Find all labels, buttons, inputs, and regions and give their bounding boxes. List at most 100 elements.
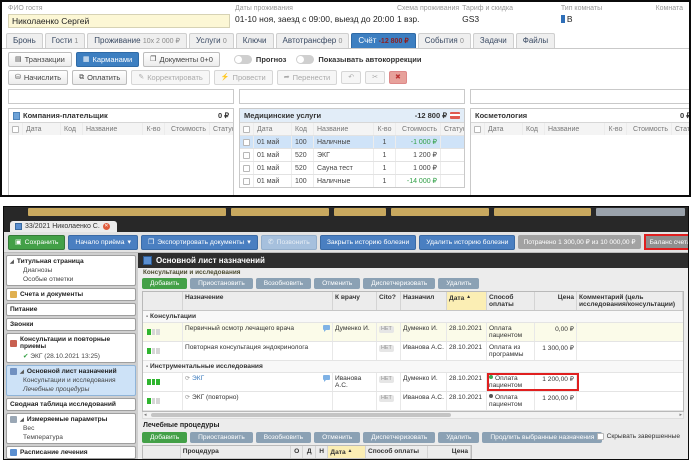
grid-icon: ▦: [82, 56, 90, 63]
resume-procedure-button[interactable]: Возобновить: [255, 432, 312, 443]
pause-procedure-button[interactable]: Приостановить: [190, 432, 253, 443]
comment-bubble-icon[interactable]: [323, 375, 330, 382]
delete-button[interactable]: Удалить: [438, 278, 480, 289]
pause-button[interactable]: Приостановить: [190, 278, 253, 289]
sidebar-item-title-page[interactable]: ◢ Титульная страница: [9, 257, 133, 266]
tab-events[interactable]: События 0: [417, 33, 471, 48]
row-checkbox[interactable]: [243, 164, 250, 172]
tab-account[interactable]: Счёт -12 800 ₽: [351, 33, 416, 48]
table-row[interactable]: 01 май 100 Наличные 1 -1 000 ₽: [240, 135, 464, 148]
tab-files[interactable]: Файлы: [515, 33, 556, 48]
tab-guests[interactable]: Гости 1: [44, 33, 86, 48]
row-checkbox[interactable]: [243, 177, 250, 185]
correct-button[interactable]: ✎ Корректировать: [131, 70, 210, 85]
emr-window: 33/2021 Николаенко С. ✕ ▣ Сохранить Начал…: [3, 206, 689, 460]
close-tab-icon[interactable]: ✕: [102, 223, 110, 230]
cancel-button[interactable]: Отменить: [314, 278, 361, 289]
expander-icon: ◢: [20, 368, 24, 375]
stay-dates-value[interactable]: 01-10 ноя, заезд с 09:00, выезд до 20:00: [235, 14, 397, 24]
progress-bars-icon: [147, 398, 160, 404]
cancel-procedure-button[interactable]: Отменить: [314, 432, 361, 443]
sidebar-item-main-sheet[interactable]: ◢ Основной лист назначений: [9, 367, 133, 376]
save-button[interactable]: ▣ Сохранить: [8, 234, 66, 250]
sidebar-item-nutrition[interactable]: Питание: [9, 305, 133, 314]
row-checkbox[interactable]: [243, 151, 250, 159]
sidebar-item-diagnoses[interactable]: Диагнозы: [9, 266, 133, 275]
table-row[interactable]: 01 май 100 Наличные 1 -14 000 ₽: [240, 174, 464, 187]
sidebar-item-summary-table[interactable]: Сводная таблица исследований: [9, 400, 133, 409]
select-all-checkbox[interactable]: [243, 125, 250, 133]
extend-selected-button[interactable]: Продлить выбранные назначения: [482, 432, 603, 443]
post-button[interactable]: ⚡ Провести: [213, 70, 273, 85]
tab-tasks[interactable]: Задачи: [472, 33, 514, 48]
patient-history-tab[interactable]: 33/2021 Николаенко С. ✕: [10, 221, 117, 232]
delete-transaction-button[interactable]: ✖: [388, 71, 407, 84]
sidebar-item-consult-research[interactable]: Консультации и исследования: [9, 376, 133, 385]
cosmetology-entry-box[interactable]: [470, 89, 689, 104]
delete-history-button[interactable]: Удалить историю болезни: [419, 234, 516, 250]
table-row[interactable]: ⟳ ЭКГ Иванова А.С. НЕТ Думенко И. 28.10.2…: [143, 373, 683, 392]
row-checkbox[interactable]: [243, 138, 250, 146]
forecast-toggle[interactable]: [233, 55, 252, 64]
tab-keys[interactable]: Ключи: [235, 33, 274, 48]
cosmetology-table-empty: [471, 135, 689, 195]
split-button[interactable]: ✂: [365, 71, 385, 84]
sheet-icon: [10, 368, 17, 375]
sidebar-item-calls[interactable]: Звонки: [9, 320, 133, 329]
documents-button[interactable]: ❐ Документы 0+0: [143, 52, 220, 67]
close-history-button[interactable]: Закрыть историю болезни: [319, 234, 417, 250]
table-row[interactable]: 01 май 520 ЭКГ 1 1 200 ₽: [240, 148, 464, 161]
stay-scheme-value[interactable]: 1 взр.: [397, 14, 462, 24]
tab-stay[interactable]: Проживание 10x 2 000 ₽: [87, 33, 187, 48]
table-row[interactable]: ⟳ ЭКГ (повторно) НЕТ Иванова А.С. 28.10.2…: [143, 392, 683, 411]
group-row-procedures[interactable]: - Процедуры: [143, 459, 471, 460]
group-row-instrumental[interactable]: - Инструментальные исследования: [143, 361, 683, 373]
dispatch-button[interactable]: Диспетчеризовать: [363, 278, 436, 289]
room-type-value[interactable]: B: [560, 14, 656, 24]
pay-button[interactable]: ⧉ Оплатить: [72, 70, 128, 85]
sidebar-item-procedures[interactable]: Лечебные процедуры: [9, 385, 133, 394]
tariff-value[interactable]: GS3: [462, 14, 561, 24]
table-row[interactable]: Повторная консультация эндокринолога НЕТ…: [143, 342, 683, 361]
tab-bron[interactable]: Бронь: [6, 33, 43, 48]
sidebar-item-schedule[interactable]: Расписание лечения: [9, 448, 133, 457]
add-procedure-button[interactable]: Добавить: [142, 432, 188, 443]
export-documents-button[interactable]: ❐ Экспортировать документы ▾: [140, 234, 258, 250]
start-appointment-button[interactable]: Начало приёма ▾: [68, 234, 138, 250]
tab-services[interactable]: Услуги 0: [188, 33, 234, 48]
sidebar-item-weight[interactable]: Вес: [9, 424, 133, 433]
sidebar-item-temperature[interactable]: Температура: [9, 433, 133, 442]
autocorrections-toggle[interactable]: [296, 55, 315, 64]
select-all-checkbox[interactable]: [12, 125, 19, 133]
sidebar-item-special-marks[interactable]: Особые отметки: [9, 275, 133, 284]
resume-button[interactable]: Возобновить: [255, 278, 312, 289]
undo-button[interactable]: ↶: [341, 71, 362, 84]
date-sort-header[interactable]: Дата ▲: [328, 446, 366, 458]
table-row[interactable]: Первичный осмотр лечащего врача Думенко …: [143, 323, 683, 342]
tab-autotransfer[interactable]: Автотрансфер 0: [275, 33, 350, 48]
background-toolbar-block: [390, 208, 490, 216]
accrue-button[interactable]: ⛁ Начислить: [8, 70, 69, 85]
med-entry-box[interactable]: [239, 89, 465, 104]
table-row[interactable]: 01 май 520 Сауна тест 1 1 000 ₽: [240, 161, 464, 174]
hide-completed-checkbox[interactable]: [596, 433, 604, 440]
dispatch-procedure-button[interactable]: Диспетчеризовать: [363, 432, 436, 443]
add-button[interactable]: Добавить: [142, 278, 188, 289]
pockets-button[interactable]: ▦ Карманами: [75, 52, 140, 67]
company-entry-box[interactable]: [8, 89, 234, 104]
service-link[interactable]: ЭКГ: [192, 375, 204, 382]
transactions-button[interactable]: ▤ Транзакции: [8, 52, 72, 67]
sidebar-item-ecg[interactable]: ✔ ЭКГ (28.10.2021 13:25): [9, 351, 133, 361]
guest-name-input[interactable]: [8, 14, 230, 28]
transfer-button[interactable]: ➦ Перенести: [276, 70, 338, 85]
date-sort-header[interactable]: Дата ▲: [447, 292, 487, 310]
sidebar-item-consultations[interactable]: Консультации и повторные приемы: [9, 335, 133, 351]
group-row-consultations[interactable]: - Консультации: [143, 311, 683, 323]
comment-bubble-icon[interactable]: [323, 325, 330, 332]
horizontal-scrollbar[interactable]: ◂ ▸: [142, 412, 684, 419]
delete-procedure-button[interactable]: Удалить: [438, 432, 480, 443]
call-button[interactable]: ✆ Позвонить: [260, 234, 317, 250]
sidebar-item-accounts[interactable]: Счета и документы: [9, 290, 133, 299]
select-all-checkbox[interactable]: [474, 125, 481, 133]
sidebar-item-measured-params[interactable]: ◢ Измеряемые параметры: [9, 415, 133, 424]
